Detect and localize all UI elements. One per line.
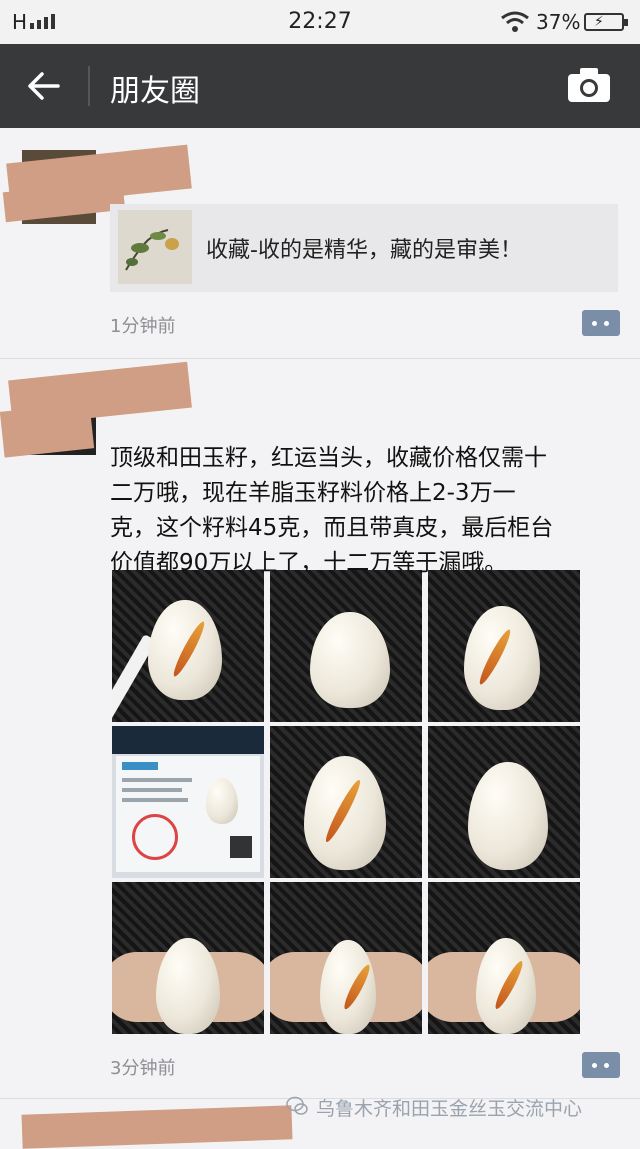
moment-post-1: 收藏-收的是精华，藏的是审美！ 1分钟前 — [0, 128, 640, 358]
comment-button[interactable] — [582, 1052, 620, 1078]
nav-bar: 朋友圈 — [0, 44, 640, 128]
moments-feed: 收藏-收的是精华，藏的是审美！ 1分钟前 顶级和田玉籽，红运当头，收藏价格仅需十… — [0, 128, 640, 1149]
photo-thumbnail[interactable] — [428, 726, 580, 878]
page-title: 朋友圈 — [110, 74, 200, 109]
shared-link-thumbnail — [118, 210, 192, 284]
certificate-photo[interactable] — [112, 726, 264, 878]
post-text-line: 二万哦，现在羊脂玉籽料价格上2-3万一 — [110, 480, 516, 506]
shared-link-title: 收藏-收的是精华，藏的是审美！ — [206, 238, 522, 263]
photo-thumbnail[interactable] — [112, 882, 264, 1034]
photo-thumbnail[interactable] — [270, 882, 422, 1034]
post-text-line: 克，这个籽料45克，而且带真皮，最后柜台 — [110, 515, 554, 541]
photo-thumbnail[interactable] — [112, 570, 264, 722]
status-bar: H 22:27 37% ⚡ — [0, 0, 640, 44]
back-arrow-icon[interactable] — [24, 66, 64, 106]
wechat-icon — [286, 1096, 308, 1115]
comment-button[interactable] — [582, 310, 620, 336]
battery-icon: ⚡ — [584, 13, 628, 31]
photo-thumbnail[interactable] — [270, 726, 422, 878]
watermark-text: 乌鲁木齐和田玉金丝玉交流中心 — [316, 1098, 583, 1120]
redaction-mark — [0, 402, 95, 458]
post-timestamp: 1分钟前 — [110, 316, 176, 337]
battery-percent: 37% — [536, 10, 581, 34]
post-text: 顶级和田玉籽，红运当头，收藏价格仅需十 二万哦，现在羊脂玉籽料价格上2-3万一 … — [110, 441, 630, 581]
post-timestamp: 3分钟前 — [110, 1058, 176, 1079]
wifi-icon — [501, 11, 529, 32]
camera-icon[interactable] — [566, 66, 612, 104]
photo-grid — [112, 570, 580, 1034]
post-text-line: 顶级和田玉籽，红运当头，收藏价格仅需十 — [110, 445, 547, 471]
photo-thumbnail[interactable] — [270, 570, 422, 722]
shared-link-card[interactable]: 收藏-收的是精华，藏的是审美！ — [110, 204, 618, 292]
redaction-mark — [21, 1105, 293, 1149]
nav-divider — [88, 66, 90, 106]
photo-thumbnail[interactable] — [428, 882, 580, 1034]
photo-thumbnail[interactable] — [428, 570, 580, 722]
